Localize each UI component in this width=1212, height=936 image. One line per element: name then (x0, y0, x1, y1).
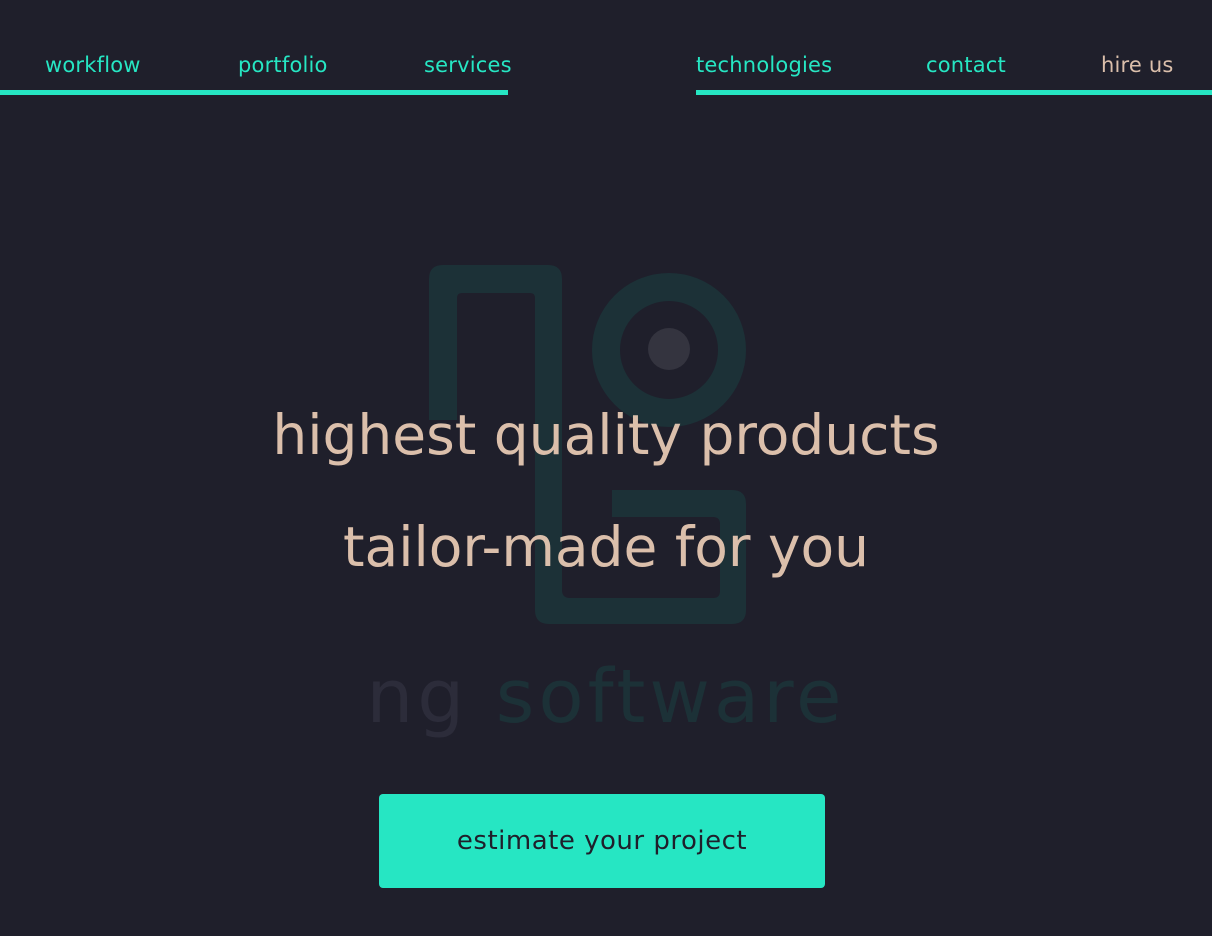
brand-software: software (495, 654, 846, 740)
nav-underline-left (0, 90, 508, 95)
brand-wordmark: ng software (0, 660, 1212, 734)
hero-headline: highest quality products (272, 403, 940, 467)
nav-technologies[interactable]: technologies (696, 53, 832, 77)
brand-ng: ng (366, 654, 469, 740)
hero-subheadline: tailor-made for you (342, 515, 870, 579)
page: workflow portfolio services technologies… (0, 0, 1212, 936)
nav-underline-right (696, 90, 1212, 95)
estimate-project-button[interactable]: estimate your project (379, 794, 825, 888)
nav-hire-us[interactable]: hire us (1101, 53, 1174, 77)
nav-contact[interactable]: contact (926, 53, 1006, 77)
nav-portfolio[interactable]: portfolio (238, 53, 328, 77)
nav-workflow[interactable]: workflow (45, 53, 141, 77)
nav-services[interactable]: services (424, 53, 512, 77)
